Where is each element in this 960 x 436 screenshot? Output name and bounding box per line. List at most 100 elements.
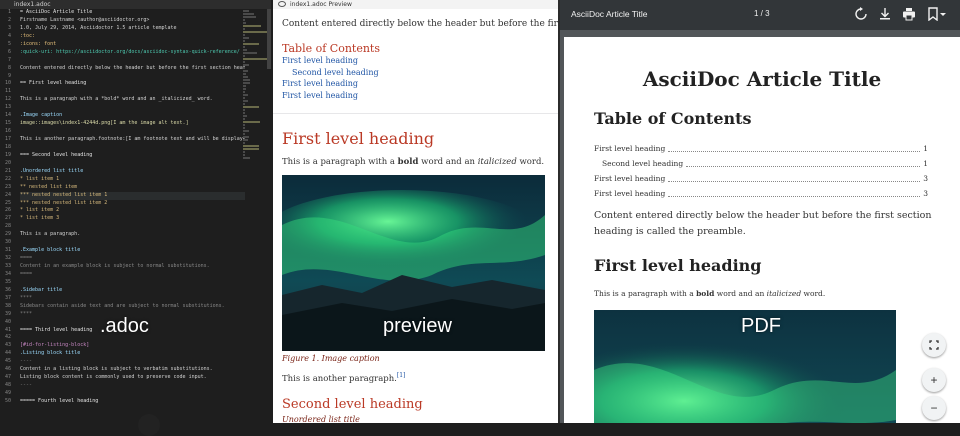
code-line[interactable] [20,88,245,96]
minimap-line [243,10,249,12]
code-line[interactable] [20,104,245,112]
line-number: 34 [4,270,11,277]
pdf-toc-row[interactable]: First level heading 3 [594,186,928,201]
minimap-line [243,43,259,45]
code-line[interactable]: * list item 1 [20,176,245,184]
code-line[interactable]: Content in a listing block is subject to… [20,366,245,374]
code-line[interactable]: This is another paragraph.footnote:[I am… [20,136,245,144]
code-line[interactable]: 1.0, July 29, 2014, Asciidoctor 1.5 arti… [20,25,245,33]
pdf-toc-row[interactable]: First level heading 3 [594,171,928,186]
pdf-toc-label: First level heading [594,174,666,183]
code-line[interactable]: * list item 3 [20,215,245,223]
line-number: 38 [4,302,11,309]
minimap-line [243,61,245,63]
code-line[interactable]: ---- [20,382,245,390]
code-line[interactable] [20,390,245,398]
minimap-line [243,67,245,69]
code-line[interactable]: image::images\index1-4244d.png[I am the … [20,120,245,128]
toc-link[interactable]: First level heading [282,90,558,102]
code-line[interactable] [20,128,245,136]
code-line[interactable]: .Listing block title [20,350,245,358]
code-line[interactable]: This is a paragraph with a *bold* word a… [20,96,245,104]
minimap-line [243,55,245,57]
code-line[interactable]: .Unordered list title [20,168,245,176]
preview-overlay-label: preview [383,315,452,337]
code-line[interactable] [20,73,245,81]
code-lines[interactable]: = AsciiDoc Article Title Firstname Lastna… [20,9,245,406]
pdf-toc-row[interactable]: Second level heading 1 [594,156,928,171]
footnote-link[interactable]: [1] [397,372,406,379]
code-line[interactable]: This is a paragraph. [20,231,245,239]
download-icon[interactable] [878,7,892,21]
code-line[interactable]: Firstname Lastname <author@asciidoctor.o… [20,17,245,25]
code-line[interactable]: [#id-for-listing-block] [20,342,245,350]
code-line[interactable] [20,57,245,65]
code-line[interactable]: .Example block title [20,247,245,255]
toc-link[interactable]: First level heading [282,78,558,90]
line-number: 19 [4,151,11,158]
code-line[interactable]: ** nested list item [20,184,245,192]
code-line[interactable]: ---- [20,358,245,366]
code-line[interactable]: ===== Fourth level heading [20,398,245,406]
code-line[interactable]: :icons: font [20,41,245,49]
minimap-line [243,76,248,78]
code-line[interactable]: ==== [20,255,245,263]
code-line[interactable]: *** nested nested list item 1 [20,191,245,200]
minimap-line [243,154,245,156]
minimap[interactable] [243,9,267,239]
code-line[interactable]: Content in an example block is subject t… [20,263,245,271]
line-number: 3 [7,24,11,31]
html-preview-pane[interactable]: index1.adoc Preview Content entered dire… [271,0,558,423]
fit-page-icon[interactable] [922,333,946,357]
code-line[interactable]: *** nested nested list item 2 [20,200,245,208]
line-number: 39 [4,310,11,317]
code-line[interactable]: Listing block content is commonly used t… [20,374,245,382]
line-number: 6 [7,48,11,55]
code-line[interactable]: === Second level heading [20,152,245,160]
scroll-sync-button[interactable] [138,414,160,436]
code-line[interactable]: :quick-uri: https://asciidoctor.org/docs… [20,49,245,57]
code-line[interactable] [20,239,245,247]
code-line[interactable]: :toc: [20,33,245,41]
code-line[interactable] [20,144,245,152]
pdf-overlay-label: PDF [741,315,781,337]
line-number: 33 [4,263,11,269]
code-line[interactable]: Sidebars contain aside text and are subj… [20,303,245,311]
page-indicator[interactable]: 1 / 3 [754,9,770,18]
adoc-editor-pane[interactable]: index1.adoc 1 2 3 4 5 6 7 8 9 10 11 12 13 14 15 16 17 18 1… [0,0,271,423]
code-line[interactable]: = AsciiDoc Article Title [20,9,245,17]
minimap-line [243,148,259,150]
pdf-toc-title: Table of Contents [594,109,752,128]
italic-word: italicized [477,156,517,167]
editor-tab[interactable]: index1.adoc [0,0,271,9]
code-line[interactable]: == First level heading [20,80,245,88]
pdf-viewer-pane[interactable]: AsciiDoc Article Title 1 / 3 AsciiDoc Ar… [558,0,960,423]
zoom-in-button[interactable]: + [922,368,946,392]
code-line[interactable]: Content entered directly below the heade… [20,65,245,73]
bookmark-icon[interactable] [926,7,948,21]
line-number: 23 [4,183,11,190]
zoom-out-button[interactable]: − [922,396,946,420]
code-line[interactable] [20,223,245,231]
print-icon[interactable] [902,7,916,21]
minimap-line [243,94,248,96]
line-number: 20 [4,159,11,166]
code-line[interactable] [20,279,245,287]
toc-link[interactable]: Second level heading [282,67,558,79]
toc-leader-dots [668,186,921,197]
line-number: 42 [4,334,11,341]
line-number: 43 [4,342,11,349]
code-line[interactable]: * list item 2 [20,207,245,215]
minimap-line [243,121,260,123]
rotate-icon[interactable] [854,7,868,21]
code-line[interactable]: ==== [20,271,245,279]
paragraph: This is another paragraph.[1] [282,372,558,384]
code-line[interactable]: .Sidebar title [20,287,245,295]
toc-link[interactable]: First level heading [282,55,558,67]
code-line[interactable]: **** [20,295,245,303]
code-line[interactable] [20,160,245,168]
pdf-toc-row[interactable]: First level heading 1 [594,141,928,156]
preview-tab[interactable]: index1.adoc Preview [273,0,558,9]
first-level-heading: First level heading [282,128,435,148]
code-line[interactable]: .Image caption [20,112,245,120]
